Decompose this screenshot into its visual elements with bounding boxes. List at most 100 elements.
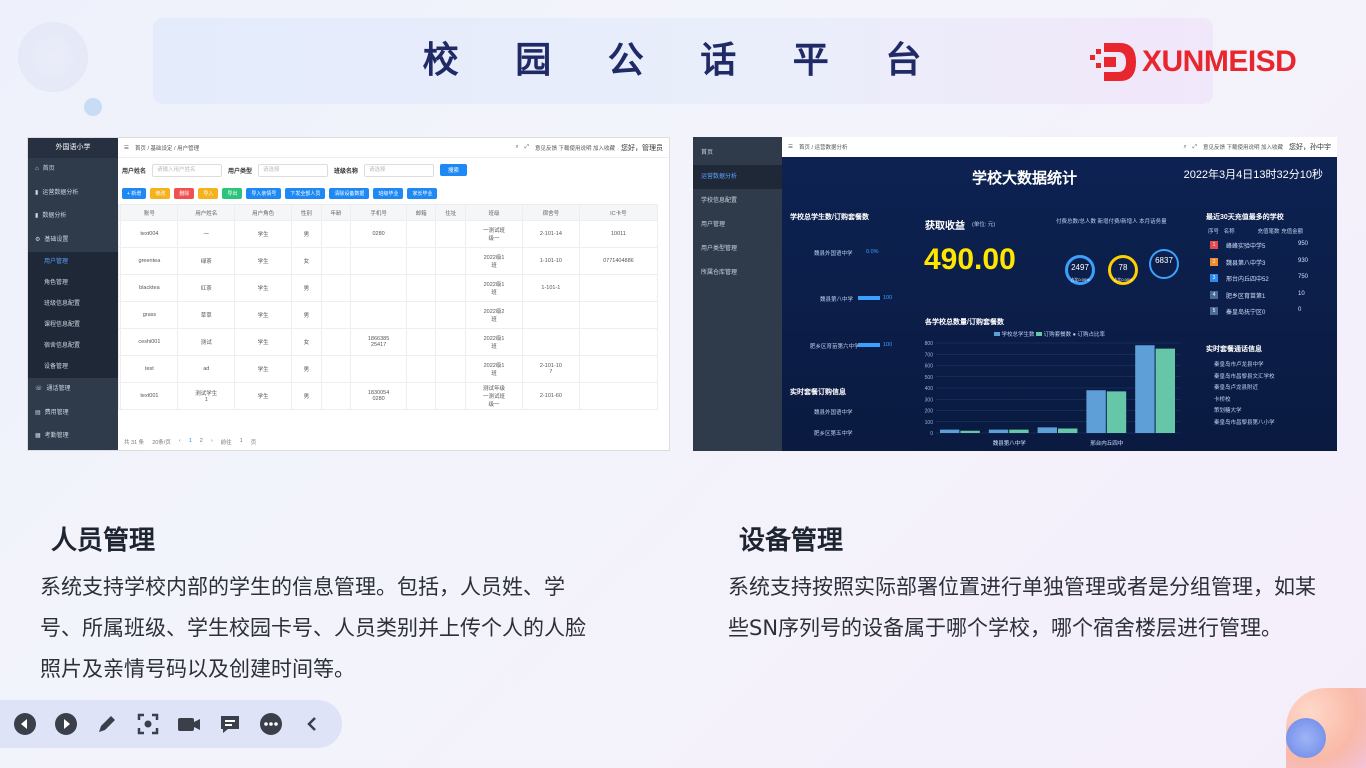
sidebar-subitem-courses[interactable]: 课程信息配置 [28, 315, 118, 336]
action-button[interactable]: 删除 [174, 187, 195, 199]
table-cell: 1866385 25417 [350, 328, 407, 356]
prev-page-icon[interactable]: ‹ [179, 438, 181, 446]
user-greeting[interactable]: 您好，孙中宇 [1289, 142, 1331, 152]
table-cell [320, 328, 352, 356]
more-icon[interactable] [258, 711, 284, 737]
dashboard-body: 学校大数据统计 2022年3月4日13时32分10秒 学校总学生数/订购套餐数 … [782, 157, 1337, 451]
x-tick-label: 魏县第八中学 [993, 439, 1027, 447]
action-button[interactable]: 下发全部人员 [285, 187, 326, 199]
next-page-icon[interactable]: › [211, 438, 213, 446]
top-links[interactable]: 意见反馈 下载使用说明 加入收藏 [1203, 143, 1283, 151]
table-row[interactable]: greentea 绿茶 学生女 2022级1 班 1-101-10 0771404886 [117, 247, 659, 275]
column-header[interactable]: 性别 [291, 204, 322, 221]
table-cell [435, 355, 467, 383]
search-icon[interactable]: ⌕ [515, 144, 518, 151]
table-cell: 2022级1 班 [465, 355, 523, 383]
table-cell: 学生 [234, 382, 293, 410]
goto-label: 前往 [220, 440, 232, 446]
sidebar-item-attendance[interactable]: ▦ 考勤管理 [28, 425, 118, 449]
sidebar-subitem-dorms[interactable]: 宿舍信息配置 [28, 336, 118, 357]
screenshot-icon[interactable] [135, 711, 161, 737]
user-greeting[interactable]: 您好，管理员 [621, 143, 663, 153]
pen-icon[interactable] [94, 711, 120, 737]
fullscreen-icon[interactable]: ⤢ [525, 144, 529, 151]
comment-icon[interactable] [217, 711, 243, 737]
page-1[interactable]: 1 [189, 438, 192, 446]
column-header[interactable]: 用户姓名 [177, 204, 236, 221]
sidebar-item-calls[interactable]: ☏ 通话管理 [28, 378, 118, 402]
top-links[interactable]: 意见反馈 下载使用说明 加入收藏 [535, 144, 615, 152]
name-input[interactable]: 请输入用户姓名 [152, 163, 223, 177]
collapse-icon[interactable] [299, 711, 325, 737]
prev-icon[interactable] [12, 711, 38, 737]
action-button[interactable]: 导入亲情号 [246, 187, 282, 199]
class-select[interactable]: 请选择 [364, 163, 435, 177]
page-2[interactable]: 2 [200, 438, 203, 446]
table-row[interactable]: test ad 学生男 2022级1 班 2-101-10 7 [117, 355, 659, 383]
goto-input[interactable]: 1 [240, 438, 243, 446]
menu-icon[interactable]: ☰ [788, 144, 793, 150]
action-button[interactable]: 清除设备数据 [329, 187, 370, 199]
sidebar-item-analysis[interactable]: ▮ 数据分析 [28, 205, 118, 229]
sidebar-item-warehouses[interactable]: 所属仓库管理 [693, 261, 782, 285]
menu-icon[interactable]: ☰ [124, 145, 129, 151]
column-header[interactable]: 账号 [120, 204, 179, 221]
sidebar-item-operations[interactable]: ▮ 运营数据分析 [28, 182, 118, 206]
sidebar-subitem-users[interactable]: 用户管理 [28, 252, 118, 273]
page-size-select[interactable]: 20条/页 [152, 438, 171, 446]
income-value: 490.00 [924, 243, 1016, 276]
column-header[interactable]: 宿舍号 [521, 204, 580, 221]
next-icon[interactable] [53, 711, 79, 737]
table-row[interactable]: blacktea 红茶 学生男 2022级1 班 1-101-1 [117, 274, 659, 302]
column-header[interactable]: IC卡号 [578, 204, 659, 221]
y-tick-label: 100 [925, 420, 934, 426]
action-button[interactable]: 导出 [222, 187, 243, 199]
sidebar-subitem-devices[interactable]: 设备管理 [28, 357, 118, 378]
ring-stat-1: 2497 占比0.00% [1065, 255, 1095, 285]
action-button[interactable]: + 新增 [122, 187, 147, 199]
table-cell [320, 355, 352, 383]
sidebar-item-operations[interactable]: 运营数据分析 [693, 165, 782, 189]
sidebar-item-users[interactable]: 用户管理 [693, 213, 782, 237]
sidebar-item-settings[interactable]: ⚙ 基础设置 [28, 229, 118, 253]
search-button[interactable]: 搜索 [440, 164, 468, 176]
dashboard-screenshot: 首页 运营数据分析 学校信息配置 用户管理 用户类型管理 所属仓库管理 ☰ 首页… [693, 137, 1337, 451]
sidebar-subitem-roles[interactable]: 角色管理 [28, 273, 118, 294]
table-row[interactable]: grass 草草 学生男 2022级2 班 [117, 301, 659, 329]
ring-sub: 占比0.00% [1113, 277, 1133, 282]
table-cell: 女 [291, 328, 322, 356]
column-header[interactable]: 用户角色 [234, 204, 293, 221]
fullscreen-icon[interactable]: ⤢ [1193, 144, 1197, 151]
action-button[interactable]: 修改 [150, 187, 171, 199]
action-button[interactable]: 班级毕业 [373, 187, 404, 199]
column-header[interactable]: 班级 [465, 204, 523, 221]
sidebar-subitem-classes[interactable]: 班级信息配置 [28, 294, 118, 315]
column-header[interactable]: 手机号 [350, 204, 407, 221]
table-row[interactable]: ceshi001 测试 学生女 1866385 25417 2022级1 班 [117, 328, 659, 356]
table-cell: 男 [291, 355, 322, 383]
type-select[interactable]: 请选择 [258, 163, 329, 177]
column-header[interactable]: 住址 [435, 204, 467, 221]
table-row[interactable]: text001 测试学生 1 学生男 1830054 0280 测试年级 一测试班 级一… [117, 382, 659, 410]
table-cell: 学生 [234, 328, 293, 356]
rank-row: 1 峰峰实验中学5 950 [1210, 241, 1308, 250]
sidebar-item-home[interactable]: 首页 [693, 141, 782, 165]
action-button[interactable]: 家长毕业 [407, 187, 438, 199]
table-row[interactable]: text004 一学生男 0280 一测试班 级一 2-101-14 10011 [117, 220, 659, 248]
sidebar-item-school-config[interactable]: 学校信息配置 [693, 189, 782, 213]
left-caption-text: 系统支持学校内部的学生的信息管理。包括，人员姓、学号、所属班级、学生校园卡号、人… [40, 575, 586, 681]
bar [960, 430, 980, 433]
column-header[interactable]: 年龄 [320, 204, 352, 221]
rank-header: 充值笔数 [1257, 229, 1280, 235]
sidebar-item-fees[interactable]: ▤ 费用管理 [28, 402, 118, 426]
left-item-2: 肥乡区育苗第六中学 [810, 344, 860, 350]
camera-icon[interactable] [176, 711, 202, 737]
column-header[interactable]: 邮箱 [405, 204, 437, 221]
sidebar-item-user-types[interactable]: 用户类型管理 [693, 237, 782, 261]
table-cell: 男 [291, 274, 322, 302]
search-icon[interactable]: ⌕ [1183, 144, 1186, 151]
sidebar-item-home[interactable]: ⌂ 首页 [28, 158, 118, 182]
action-button[interactable]: 导入 [198, 187, 219, 199]
rank-name: 秦皇岛抚宁区0 [1226, 310, 1266, 316]
table-cell: 10011 [578, 220, 659, 248]
